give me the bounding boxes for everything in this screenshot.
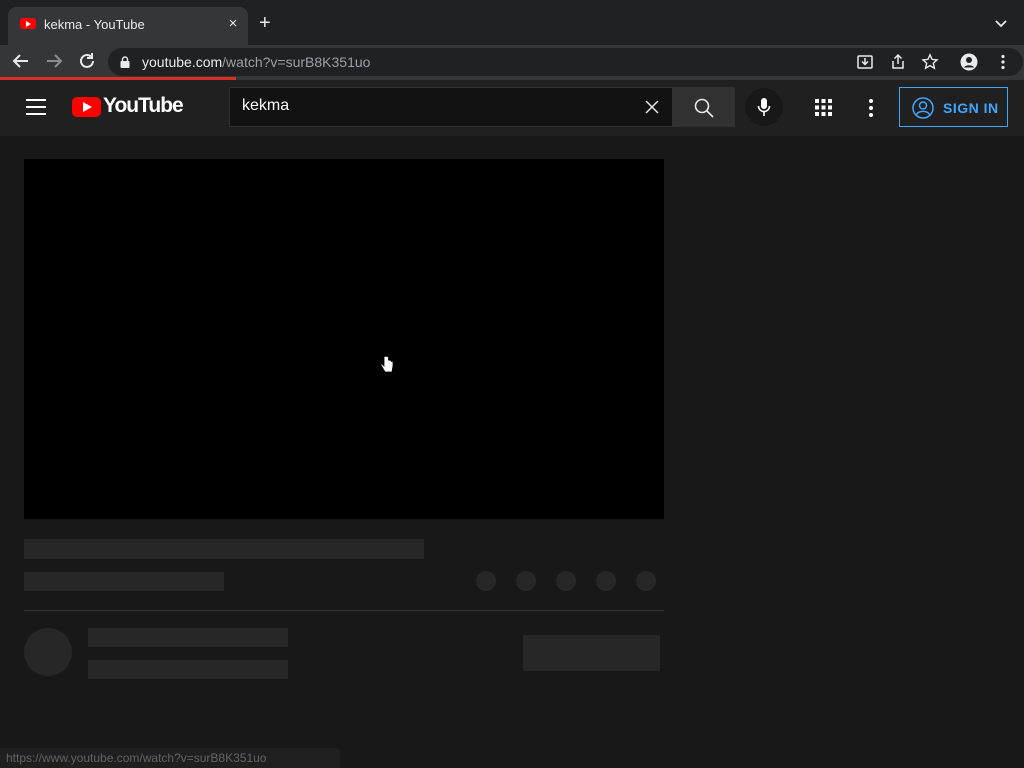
microphone-icon [757, 98, 771, 116]
youtube-masthead: YouTube SIGN IN [0, 80, 1024, 136]
hand-cursor-icon [380, 356, 394, 373]
channel-name-placeholder [88, 628, 288, 647]
search-input[interactable] [242, 97, 622, 115]
browser-tab-strip: kekma - YouTube × + [0, 0, 1024, 45]
tab-search-chevron-icon[interactable] [994, 16, 1008, 30]
youtube-favicon-icon [20, 18, 36, 29]
subscribe-button-placeholder [523, 635, 660, 671]
divider [24, 610, 664, 611]
youtube-apps-icon[interactable] [815, 99, 832, 116]
channel-avatar-placeholder [24, 628, 72, 676]
voice-search-button[interactable] [745, 88, 783, 126]
share-icon[interactable] [889, 53, 907, 71]
browser-tab[interactable]: kekma - YouTube × [8, 7, 248, 45]
video-info-placeholder [24, 572, 224, 591]
back-arrow-icon[interactable] [10, 50, 32, 72]
new-tab-button[interactable]: + [259, 13, 271, 33]
browser-toolbar: youtube.com/watch?v=surB8K351uo [0, 45, 1024, 77]
search-box[interactable] [229, 87, 672, 127]
tab-title: kekma - YouTube [44, 17, 145, 32]
install-app-icon[interactable] [856, 53, 874, 71]
browser-menu-icon[interactable] [994, 53, 1012, 71]
forward-arrow-icon[interactable] [43, 50, 65, 72]
address-bar[interactable]: youtube.com/watch?v=surB8K351uo [108, 48, 1023, 76]
tab-close-button[interactable]: × [224, 15, 242, 33]
youtube-logo-icon[interactable] [72, 97, 101, 117]
url-host: youtube.com [142, 54, 223, 70]
url-text[interactable]: youtube.com/watch?v=surB8K351uo [142, 54, 370, 70]
profile-icon[interactable] [960, 53, 978, 71]
link-status-bar: https://www.youtube.com/watch?v=surB8K35… [0, 748, 340, 768]
sign-in-label: SIGN IN [943, 100, 999, 116]
search-button[interactable] [672, 87, 735, 127]
clear-search-icon[interactable] [644, 99, 660, 115]
lock-icon[interactable] [120, 56, 130, 68]
url-path: /watch?v=surB8K351uo [222, 54, 371, 70]
settings-more-icon[interactable] [868, 98, 874, 118]
video-title-placeholder [24, 539, 424, 559]
action-button-placeholder [596, 571, 616, 591]
action-button-placeholder [636, 571, 656, 591]
account-circle-icon [912, 97, 934, 119]
action-button-placeholder [516, 571, 536, 591]
action-button-placeholder [556, 571, 576, 591]
action-button-placeholder [476, 571, 496, 591]
sign-in-button[interactable]: SIGN IN [899, 87, 1008, 127]
subscriber-count-placeholder [88, 660, 288, 679]
youtube-logo-text[interactable]: YouTube [103, 94, 184, 118]
search-icon [694, 98, 714, 118]
reload-icon[interactable] [76, 50, 98, 72]
guide-menu-icon[interactable] [26, 99, 46, 115]
bookmark-star-icon[interactable] [921, 53, 939, 71]
video-player[interactable] [24, 159, 664, 519]
